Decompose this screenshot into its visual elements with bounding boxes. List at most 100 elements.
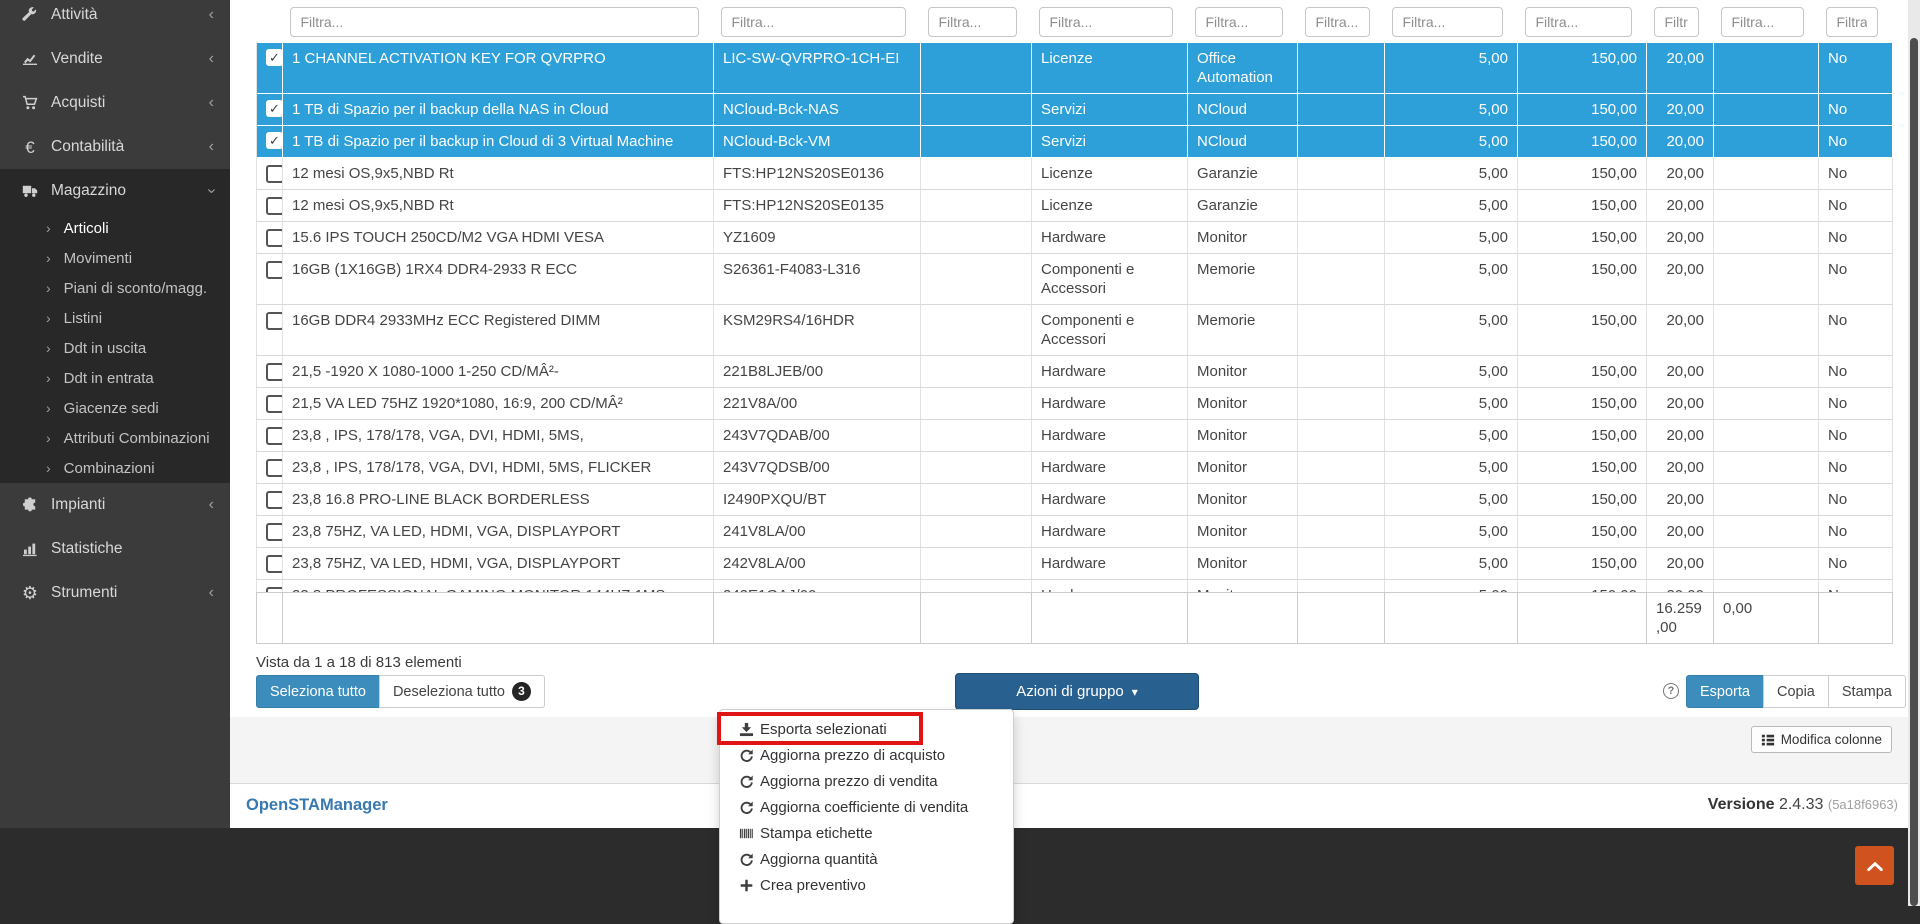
column-filter-input-8[interactable] (1525, 7, 1632, 37)
row-select-cell[interactable]: ✓ (257, 94, 283, 126)
checkbox-unchecked-icon[interactable] (266, 312, 283, 330)
table-row[interactable]: 23,8 16.8 PRO-LINE BLACK BORDERLESSI2490… (257, 484, 1893, 516)
group-actions-button[interactable]: Azioni di gruppo ▾ (955, 673, 1199, 710)
sidebar-subitem-articoli[interactable]: ›Articoli (0, 213, 230, 243)
column-filter-input-3[interactable] (928, 7, 1017, 37)
column-filter-input-6[interactable] (1305, 7, 1370, 37)
checkbox-unchecked-icon[interactable] (266, 555, 283, 573)
help-icon[interactable]: ? (1663, 683, 1679, 699)
select-all-button[interactable]: Seleziona tutto (256, 675, 380, 708)
row-select-cell[interactable] (257, 420, 283, 452)
row-select-cell[interactable] (257, 452, 283, 484)
column-filter-input-5[interactable] (1195, 7, 1283, 37)
table-cell: Memorie (1188, 305, 1298, 356)
brand-link[interactable]: OpenSTAManager (246, 796, 388, 815)
sidebar-item-impianti[interactable]: Impianti‹ (0, 483, 230, 527)
checkbox-unchecked-icon[interactable] (266, 229, 283, 247)
row-select-cell[interactable] (257, 484, 283, 516)
checkbox-unchecked-icon[interactable] (266, 491, 283, 509)
sidebar-subitem-ddt-in-uscita[interactable]: ›Ddt in uscita (0, 333, 230, 363)
table-row[interactable]: 23.8 PROFESSIONAL GAMING MONITOR 144HZ 1… (257, 580, 1893, 593)
sidebar-subitem-giacenze-sedi[interactable]: ›Giacenze sedi (0, 393, 230, 423)
sidebar-item-statistiche[interactable]: Statistiche (0, 527, 230, 571)
sidebar-subitem-attributi-combinazioni[interactable]: ›Attributi Combinazioni (0, 423, 230, 453)
table-row[interactable]: 15.6 IPS TOUCH 250CD/M2 VGA HDMI VESAYZ1… (257, 222, 1893, 254)
row-select-cell[interactable] (257, 190, 283, 222)
column-filter-input-10[interactable] (1721, 7, 1804, 37)
column-filter-input-1[interactable] (290, 7, 699, 37)
table-cell (1298, 580, 1385, 593)
group-action-aggiorna-coefficiente-di-vendita[interactable]: Aggiorna coefficiente di vendita (720, 794, 1013, 820)
table-row[interactable]: 12 mesi OS,9x5,NBD RtFTS:HP12NS20SE0136L… (257, 158, 1893, 190)
page-scrollbar[interactable] (1908, 0, 1920, 906)
row-select-cell[interactable] (257, 516, 283, 548)
checkbox-unchecked-icon[interactable] (266, 459, 283, 477)
column-filter-input-11[interactable] (1826, 7, 1878, 37)
group-action-aggiorna-prezzo-di-vendita[interactable]: Aggiorna prezzo di vendita (720, 768, 1013, 794)
checkbox-unchecked-icon[interactable] (266, 197, 283, 215)
table-row[interactable]: 21,5 VA LED 75HZ 1920*1080, 16:9, 200 CD… (257, 388, 1893, 420)
column-filter-input-9[interactable] (1654, 7, 1699, 37)
table-row[interactable]: 23,8 , IPS, 178/178, VGA, DVI, HDMI, 5MS… (257, 420, 1893, 452)
sidebar-subitem-listini[interactable]: ›Listini (0, 303, 230, 333)
sidebar-item-contabilit[interactable]: €Contabilità‹ (0, 125, 230, 169)
checkbox-checked-icon[interactable]: ✓ (266, 49, 283, 66)
table-row[interactable]: 23,8 , IPS, 178/178, VGA, DVI, HDMI, 5MS… (257, 452, 1893, 484)
row-select-cell[interactable]: ✓ (257, 126, 283, 158)
table-cell: Servizi (1032, 126, 1188, 158)
articles-table-scroll-area[interactable]: ✓1 CHANNEL ACTIVATION KEY FOR QVRPROLIC-… (256, 0, 1893, 592)
group-action-aggiorna-quantit[interactable]: Aggiorna quantità (720, 846, 1013, 872)
copy-button[interactable]: Copia (1763, 675, 1829, 708)
table-row[interactable]: 16GB DDR4 2933MHz ECC Registered DIMMKSM… (257, 305, 1893, 356)
row-select-cell[interactable]: ✓ (257, 43, 283, 94)
sidebar-subitem-piani-di-sconto-magg[interactable]: ›Piani di sconto/magg. (0, 273, 230, 303)
export-button[interactable]: Esporta (1686, 675, 1764, 708)
sidebar-item-attivit[interactable]: Attività‹ (0, 0, 230, 37)
checkbox-unchecked-icon[interactable] (266, 363, 283, 381)
table-row[interactable]: ✓1 TB di Spazio per il backup della NAS … (257, 94, 1893, 126)
row-select-cell[interactable] (257, 158, 283, 190)
row-select-cell[interactable] (257, 580, 283, 593)
sidebar-subitem-ddt-in-entrata[interactable]: ›Ddt in entrata (0, 363, 230, 393)
row-select-cell[interactable] (257, 305, 283, 356)
row-select-cell[interactable] (257, 388, 283, 420)
row-select-cell[interactable] (257, 254, 283, 305)
checkbox-unchecked-icon[interactable] (266, 261, 283, 279)
group-action-esporta-selezionati[interactable]: Esporta selezionati (720, 716, 1013, 742)
table-row[interactable]: 23,8 75HZ, VA LED, HDMI, VGA, DISPLAYPOR… (257, 548, 1893, 580)
row-select-cell[interactable] (257, 356, 283, 388)
sidebar-subitem-combinazioni[interactable]: ›Combinazioni (0, 453, 230, 483)
column-filter-input-2[interactable] (721, 7, 906, 37)
group-action-aggiorna-prezzo-di-acquisto[interactable]: Aggiorna prezzo di acquisto (720, 742, 1013, 768)
row-select-cell[interactable] (257, 548, 283, 580)
table-row[interactable]: ✓1 CHANNEL ACTIVATION KEY FOR QVRPROLIC-… (257, 43, 1893, 94)
group-action-stampa-etichette[interactable]: Stampa etichette (720, 820, 1013, 846)
checkbox-unchecked-icon[interactable] (266, 523, 283, 541)
table-cell: 15.6 IPS TOUCH 250CD/M2 VGA HDMI VESA (283, 222, 714, 254)
sidebar-item-strumenti[interactable]: ⚙Strumenti‹ (0, 571, 230, 615)
sidebar-subitem-movimenti[interactable]: ›Movimenti (0, 243, 230, 273)
column-filter-input-7[interactable] (1392, 7, 1503, 37)
table-row[interactable]: 23,8 75HZ, VA LED, HDMI, VGA, DISPLAYPOR… (257, 516, 1893, 548)
edit-columns-button[interactable]: Modifica colonne (1751, 726, 1892, 753)
table-row[interactable]: 21,5 -1920 X 1080-1000 1-250 CD/MÂ²-221B… (257, 356, 1893, 388)
sidebar-item-acquisti[interactable]: Acquisti‹ (0, 81, 230, 125)
sidebar-item-vendite[interactable]: Vendite‹ (0, 37, 230, 81)
deselect-all-button[interactable]: Deseleziona tutto 3 (379, 675, 545, 708)
row-select-cell[interactable] (257, 222, 283, 254)
table-row[interactable]: 16GB (1X16GB) 1RX4 DDR4-2933 R ECCS26361… (257, 254, 1893, 305)
checkbox-unchecked-icon[interactable] (266, 395, 283, 413)
scrollbar-thumb[interactable] (1910, 38, 1918, 906)
column-filter-input-4[interactable] (1039, 7, 1173, 37)
sidebar-item-magazzino[interactable]: Magazzino‹ (0, 169, 230, 213)
checkbox-checked-icon[interactable]: ✓ (266, 100, 283, 117)
checkbox-checked-icon[interactable]: ✓ (266, 132, 283, 149)
scroll-to-top-button[interactable] (1855, 846, 1894, 885)
checkbox-unchecked-icon[interactable] (266, 165, 283, 183)
table-cell: 5,00 (1385, 580, 1518, 593)
checkbox-unchecked-icon[interactable] (266, 427, 283, 445)
group-action-crea-preventivo[interactable]: Crea preventivo (720, 872, 1013, 898)
table-row[interactable]: ✓1 TB di Spazio per il backup in Cloud d… (257, 126, 1893, 158)
print-button[interactable]: Stampa (1828, 675, 1906, 708)
table-row[interactable]: 12 mesi OS,9x5,NBD RtFTS:HP12NS20SE0135L… (257, 190, 1893, 222)
